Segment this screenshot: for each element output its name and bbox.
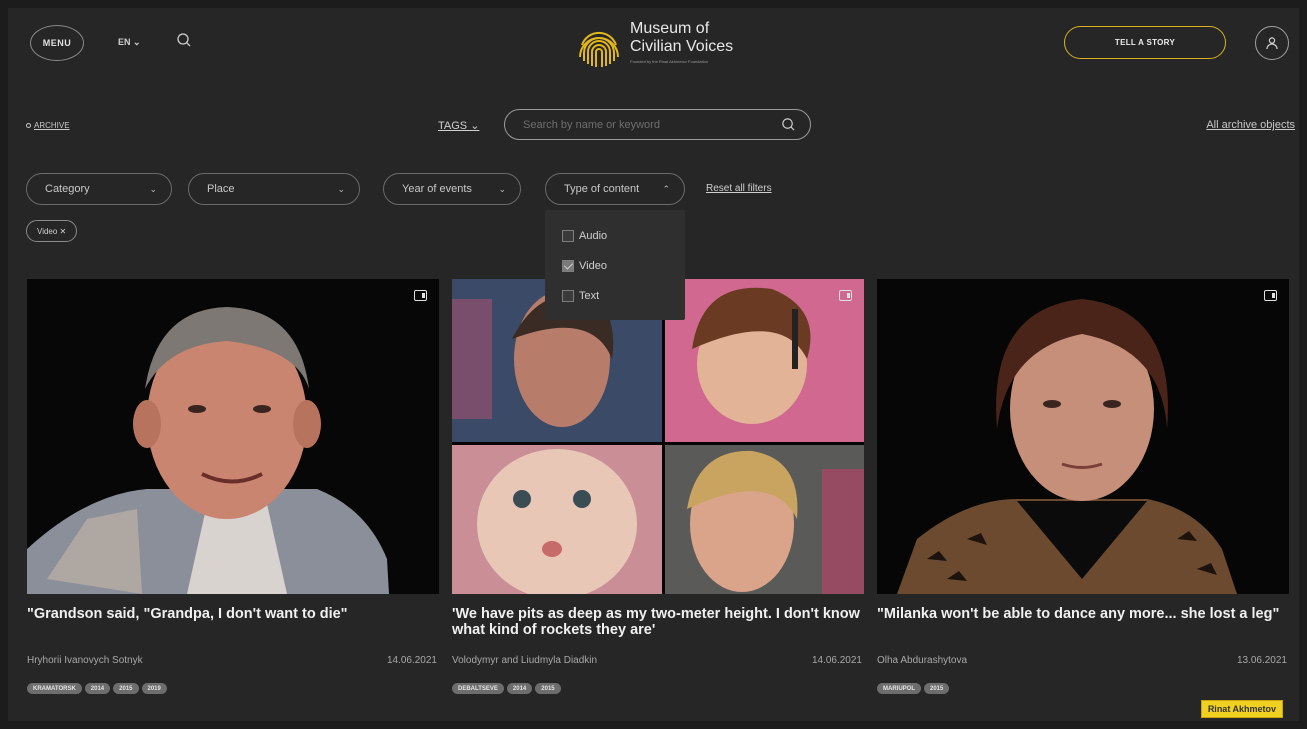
chevron-down-icon: ⌄ bbox=[149, 183, 157, 194]
menu-button[interactable]: MENU bbox=[30, 25, 84, 61]
tag[interactable]: KRAMATORSK bbox=[27, 683, 82, 694]
site-title-line1: Museum of bbox=[630, 20, 710, 37]
reset-filters-link[interactable]: Reset all filters bbox=[706, 183, 772, 194]
tags-dropdown[interactable]: TAGS ⌄ bbox=[438, 119, 479, 132]
story-title[interactable]: "Grandson said, "Grandpa, I don't want t… bbox=[27, 606, 439, 622]
video-icon bbox=[839, 290, 852, 301]
story-card[interactable]: "Milanka won't be able to dance any more… bbox=[877, 279, 1289, 694]
type-of-content-filter[interactable]: Type of content ⌃ bbox=[545, 173, 685, 205]
type-filter-label: Type of content bbox=[564, 183, 640, 195]
story-card[interactable]: 'We have pits as deep as my two-meter he… bbox=[452, 279, 864, 694]
tell-a-story-button[interactable]: TELL A STORY bbox=[1064, 26, 1226, 59]
checkbox[interactable] bbox=[562, 230, 574, 242]
story-author: Olha Abdurashytova bbox=[877, 655, 968, 666]
category-filter-label: Category bbox=[45, 183, 90, 195]
option-label: Text bbox=[579, 290, 600, 302]
language-selector[interactable]: EN ⌄ bbox=[118, 37, 141, 48]
year-filter-label: Year of events bbox=[402, 183, 472, 195]
video-thumbnail[interactable] bbox=[877, 279, 1289, 594]
checkbox[interactable] bbox=[562, 290, 574, 302]
option-label: Audio bbox=[579, 230, 608, 242]
archive-label: ARCHIVE bbox=[34, 121, 70, 130]
option-text[interactable]: Text bbox=[562, 290, 599, 302]
user-account-button[interactable] bbox=[1255, 26, 1289, 60]
story-tags: DEBALTSEVE 2014 2015 bbox=[452, 683, 561, 694]
checkbox-checked[interactable] bbox=[562, 260, 574, 272]
page: MENU EN ⌄ Museum of Civilian Voices Foun… bbox=[8, 8, 1299, 721]
fingerprint-logo-icon[interactable] bbox=[574, 23, 624, 73]
video-icon bbox=[1264, 290, 1277, 301]
tag[interactable]: 2014 bbox=[84, 683, 111, 694]
option-audio[interactable]: Audio bbox=[562, 230, 607, 242]
archive-search-input[interactable] bbox=[523, 116, 763, 134]
video-icon bbox=[414, 290, 427, 301]
tag[interactable]: MARIUPOL bbox=[877, 683, 921, 694]
story-title[interactable]: "Milanka won't be able to dance any more… bbox=[877, 606, 1289, 622]
site-title[interactable]: Museum of Civilian Voices bbox=[630, 20, 733, 56]
active-filter-chip-video[interactable]: Video ✕ bbox=[26, 220, 78, 242]
story-date: 14.06.2021 bbox=[811, 655, 862, 666]
tag[interactable]: 2015 bbox=[924, 683, 950, 694]
tag[interactable]: 2014 bbox=[506, 683, 533, 694]
story-date: 13.06.2021 bbox=[1236, 655, 1287, 666]
corner-badge: Rinat Akhmetov bbox=[1200, 700, 1283, 718]
tag[interactable]: DEBALTSEVE bbox=[452, 683, 504, 694]
chevron-up-icon: ⌃ bbox=[662, 183, 670, 194]
search-icon[interactable] bbox=[781, 117, 796, 132]
menu-label: MENU bbox=[42, 38, 72, 48]
tag[interactable]: 2015 bbox=[113, 683, 139, 694]
collage-image bbox=[452, 279, 864, 594]
portrait-image bbox=[27, 279, 439, 594]
type-of-content-dropdown: Audio Video Text bbox=[545, 210, 685, 320]
story-card[interactable]: "Grandson said, "Grandpa, I don't want t… bbox=[27, 279, 439, 694]
chevron-down-icon: ⌄ bbox=[337, 183, 345, 194]
tag[interactable]: 2019 bbox=[141, 683, 167, 694]
story-tags: KRAMATORSK 2014 2015 2019 bbox=[27, 683, 167, 694]
place-filter[interactable]: Place ⌄ bbox=[188, 173, 360, 205]
search-icon[interactable] bbox=[176, 32, 192, 48]
chevron-down-icon: ⌄ bbox=[498, 183, 506, 194]
video-thumbnail[interactable] bbox=[452, 279, 864, 594]
site-subtitle: Founded by the Rinat Akhmetov Foundation bbox=[630, 59, 709, 64]
all-archive-objects-link[interactable]: All archive objects bbox=[1206, 119, 1295, 131]
year-filter[interactable]: Year of events ⌄ bbox=[383, 173, 521, 205]
option-video[interactable]: Video bbox=[562, 260, 607, 272]
portrait-image bbox=[877, 279, 1289, 594]
story-title[interactable]: 'We have pits as deep as my two-meter he… bbox=[452, 606, 864, 638]
site-title-line2: Civilian Voices bbox=[630, 38, 734, 55]
archive-search-box[interactable] bbox=[504, 109, 811, 140]
story-author: Volodymyr and Liudmyla Diadkin bbox=[452, 655, 598, 666]
place-filter-label: Place bbox=[207, 183, 235, 195]
user-icon bbox=[1266, 37, 1278, 50]
story-tags: MARIUPOL 2015 bbox=[877, 683, 950, 694]
story-date: 14.06.2021 bbox=[386, 655, 437, 666]
bullet-icon bbox=[26, 123, 31, 129]
category-filter[interactable]: Category ⌄ bbox=[26, 173, 172, 205]
option-label: Video bbox=[579, 260, 607, 272]
archive-breadcrumb[interactable]: ARCHIVE bbox=[26, 121, 70, 130]
tag[interactable]: 2015 bbox=[535, 683, 561, 694]
story-author: Hryhorii Ivanovych Sotnyk bbox=[27, 655, 143, 666]
video-thumbnail[interactable] bbox=[27, 279, 439, 594]
